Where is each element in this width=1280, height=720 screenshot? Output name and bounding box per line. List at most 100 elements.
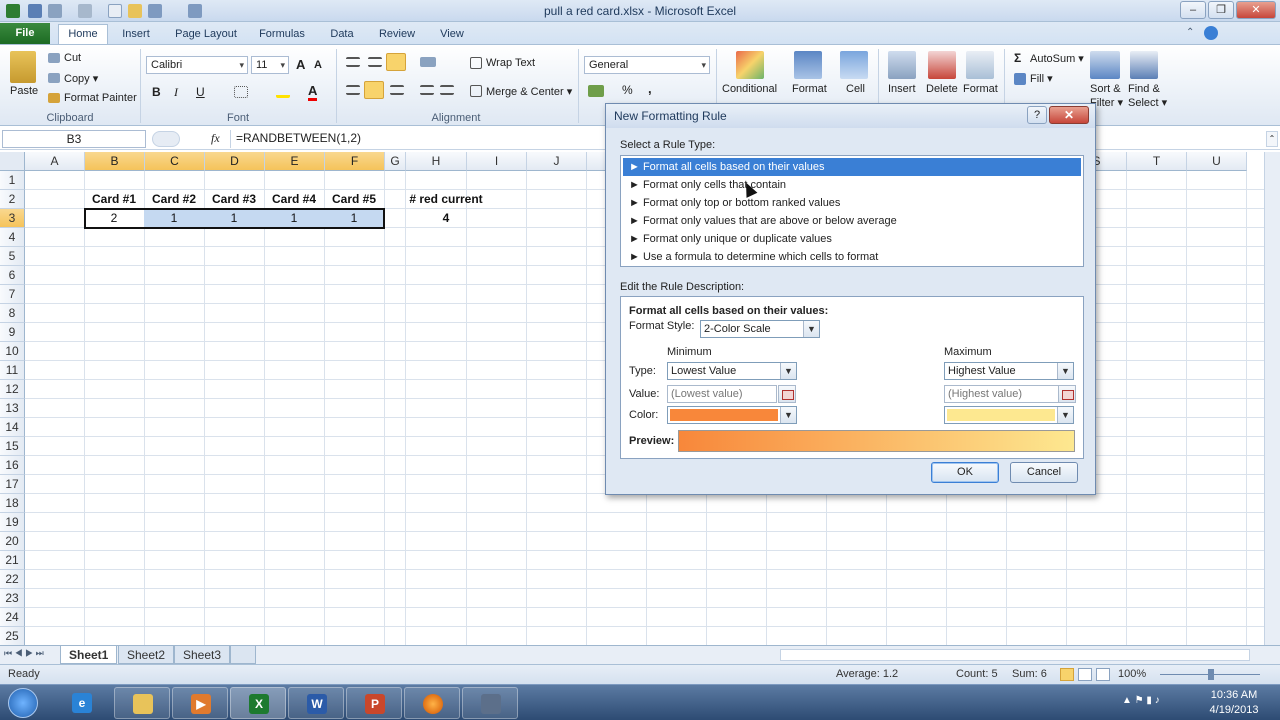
align-left-icon[interactable]: [346, 85, 360, 95]
taskbar-excel[interactable]: X: [230, 687, 286, 719]
zoom-level[interactable]: 100%: [1118, 668, 1146, 680]
cell-styles-icon[interactable]: [840, 51, 868, 79]
taskbar-powerpoint[interactable]: P: [346, 687, 402, 719]
column-header-e[interactable]: E: [265, 152, 325, 171]
borders-icon[interactable]: [234, 86, 248, 98]
fill-icon[interactable]: [1014, 73, 1026, 85]
column-header-c[interactable]: C: [145, 152, 205, 171]
copy-button[interactable]: Copy ▾: [64, 72, 98, 85]
align-right-icon[interactable]: [390, 85, 404, 95]
rule-type-formula[interactable]: ► Use a formula to determine which cells…: [623, 248, 1081, 266]
row-header-20[interactable]: 20: [0, 532, 25, 551]
tab-file[interactable]: File: [0, 23, 50, 44]
taskbar-ie[interactable]: e: [54, 687, 110, 719]
format-cells-icon[interactable]: [966, 51, 994, 79]
delete-cells-button[interactable]: Delete: [926, 83, 958, 95]
rule-type-unique-duplicate[interactable]: ► Format only unique or duplicate values: [623, 230, 1081, 248]
row-header-9[interactable]: 9: [0, 323, 25, 342]
cell-b2[interactable]: Card #1: [84, 190, 144, 209]
tab-view[interactable]: View: [432, 25, 472, 44]
name-box[interactable]: B3: [2, 130, 146, 148]
format-cells-button[interactable]: Format: [963, 83, 998, 95]
formula-bar-toggle[interactable]: [152, 131, 180, 147]
maximum-value-range-picker-icon[interactable]: [1058, 385, 1076, 403]
italic-button[interactable]: I: [174, 85, 178, 100]
taskbar-video[interactable]: [462, 687, 518, 719]
find-select-button[interactable]: Find &: [1128, 83, 1160, 95]
ok-button[interactable]: OK: [931, 462, 999, 483]
row-header-23[interactable]: 23: [0, 589, 25, 608]
autosum-button[interactable]: AutoSum ▾: [1030, 52, 1084, 65]
cell-h3[interactable]: 4: [405, 209, 487, 228]
dialog-help-button[interactable]: ?: [1027, 106, 1047, 124]
cell-e2[interactable]: Card #4: [264, 190, 324, 209]
row-header-10[interactable]: 10: [0, 342, 25, 361]
maximum-value-input[interactable]: (Highest value): [944, 385, 1060, 403]
column-header-b[interactable]: B: [85, 152, 145, 171]
row-header-12[interactable]: 12: [0, 380, 25, 399]
cell-b3[interactable]: 2: [84, 209, 144, 228]
fill-button[interactable]: Fill ▾: [1030, 72, 1053, 85]
row-header-17[interactable]: 17: [0, 475, 25, 494]
cancel-button[interactable]: Cancel: [1010, 462, 1078, 483]
merge-center-icon[interactable]: [470, 85, 482, 97]
cell-e3[interactable]: 1: [264, 209, 324, 228]
font-name-select[interactable]: Calibri: [146, 56, 248, 74]
merge-center-button[interactable]: Merge & Center ▾: [486, 85, 572, 98]
cell-f2[interactable]: Card #5: [324, 190, 384, 209]
row-header-4[interactable]: 4: [0, 228, 25, 247]
column-header-a[interactable]: A: [25, 152, 85, 171]
format-as-table-button[interactable]: Format: [792, 83, 827, 95]
column-header-j[interactable]: J: [527, 152, 587, 171]
sheet-tab-sheet2[interactable]: Sheet2: [118, 646, 175, 664]
cell-d2[interactable]: Card #3: [204, 190, 264, 209]
minimum-value-input[interactable]: (Lowest value): [667, 385, 777, 403]
tab-review[interactable]: Review: [372, 25, 422, 44]
format-painter-icon[interactable]: [48, 93, 60, 103]
taskbar-word[interactable]: W: [288, 687, 344, 719]
wrap-text-button[interactable]: Wrap Text: [486, 57, 535, 69]
align-bottom-icon[interactable]: [386, 53, 406, 71]
cell-c3[interactable]: 1: [144, 209, 204, 228]
row-header-1[interactable]: 1: [0, 171, 25, 190]
chevron-down-icon[interactable]: ▼: [780, 407, 796, 423]
align-top-icon[interactable]: [346, 57, 360, 67]
cell-styles-button[interactable]: Cell: [846, 83, 865, 95]
taskbar-explorer[interactable]: [114, 687, 170, 719]
rule-type-top-bottom[interactable]: ► Format only top or bottom ranked value…: [623, 194, 1081, 212]
start-button[interactable]: [8, 688, 38, 718]
number-format-select[interactable]: General: [584, 56, 710, 74]
row-header-8[interactable]: 8: [0, 304, 25, 323]
minimize-ribbon-icon[interactable]: ⌃: [1186, 27, 1198, 39]
decrease-indent-icon[interactable]: [420, 85, 434, 95]
close-window-button[interactable]: ✕: [1236, 1, 1276, 19]
row-header-15[interactable]: 15: [0, 437, 25, 456]
clock-time[interactable]: 10:36 AM: [1204, 689, 1264, 701]
clock-date[interactable]: 4/19/2013: [1204, 704, 1264, 716]
wrap-text-icon[interactable]: [470, 57, 482, 69]
autosum-icon[interactable]: Σ: [1014, 51, 1021, 65]
page-break-view-icon[interactable]: [1096, 668, 1110, 681]
tab-home[interactable]: Home: [58, 24, 108, 44]
format-painter-button[interactable]: Format Painter: [64, 92, 137, 104]
minimize-button[interactable]: –: [1180, 1, 1206, 19]
insert-cells-icon[interactable]: [888, 51, 916, 79]
minimum-type-select[interactable]: Lowest Value ▼: [667, 362, 797, 380]
rule-type-list[interactable]: ► Format all cells based on their values…: [620, 155, 1084, 267]
row-header-16[interactable]: 16: [0, 456, 25, 475]
row-header-19[interactable]: 19: [0, 513, 25, 532]
column-header-i[interactable]: I: [467, 152, 527, 171]
minimum-color-picker[interactable]: ▼: [667, 406, 797, 424]
column-header-d[interactable]: D: [205, 152, 265, 171]
rule-type-all-cells[interactable]: ► Format all cells based on their values: [623, 158, 1081, 176]
horizontal-scrollbar[interactable]: [780, 649, 1250, 661]
shrink-font-icon[interactable]: A: [314, 59, 322, 71]
font-color-icon[interactable]: A: [308, 83, 318, 101]
grow-font-icon[interactable]: A: [296, 57, 305, 72]
insert-function-icon[interactable]: fx: [211, 131, 220, 146]
page-layout-view-icon[interactable]: [1078, 668, 1092, 681]
row-header-5[interactable]: 5: [0, 247, 25, 266]
conditional-formatting-button[interactable]: Conditional: [722, 83, 777, 95]
find-select-icon[interactable]: [1130, 51, 1158, 79]
font-size-select[interactable]: 11: [251, 56, 289, 74]
